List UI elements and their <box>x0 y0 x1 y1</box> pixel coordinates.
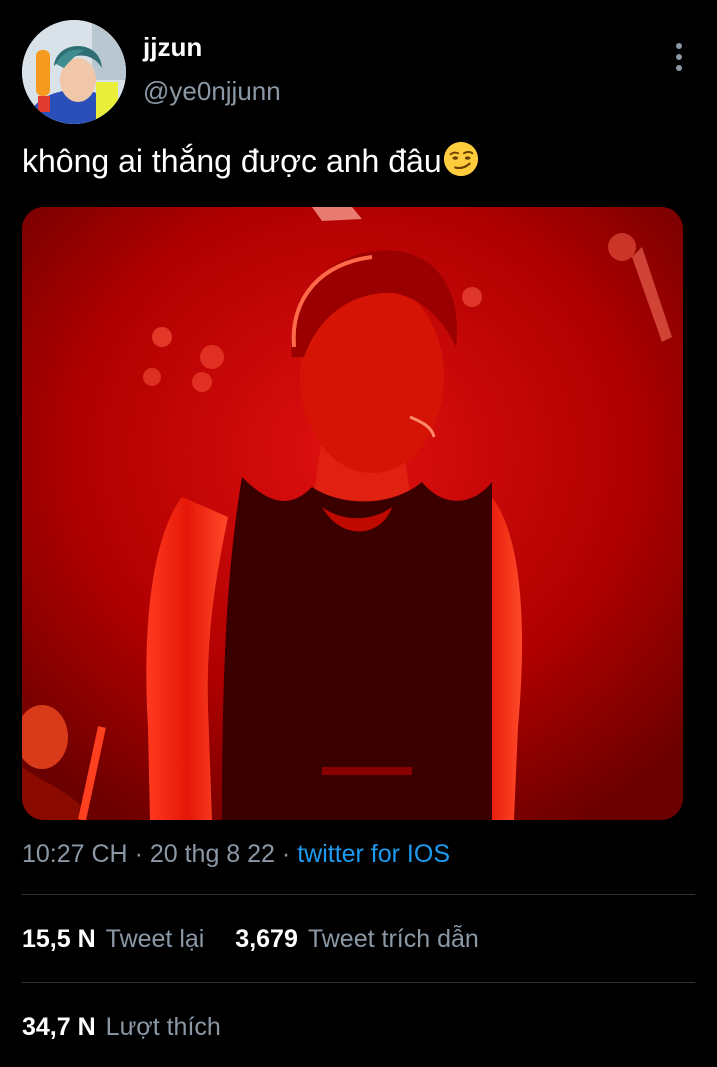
divider <box>22 894 695 895</box>
retweets-label: Tweet lại <box>105 925 205 953</box>
smirking-face-emoji <box>443 141 478 177</box>
tweet-photo[interactable] <box>22 207 683 820</box>
user-handle[interactable]: @ye0njjunn <box>143 76 281 107</box>
tweet-text-content: không ai thắng được anh đâu <box>22 143 442 179</box>
tweet-meta: 10:27 CH · 20 thg 8 22 · twitter for IOS <box>22 840 450 869</box>
quotes-label: Tweet trích dẫn <box>307 925 479 953</box>
meta-separator: · <box>274 840 298 868</box>
quotes-count: 3,679 <box>235 925 298 953</box>
avatar[interactable] <box>22 20 126 124</box>
tweet-header: jjzun @ye0njjunn <box>22 20 695 124</box>
likes-label: Lượt thích <box>105 1013 221 1041</box>
tweet-time[interactable]: 10:27 CH <box>22 840 128 868</box>
tweet-date[interactable]: 20 thg 8 22 <box>150 840 275 868</box>
tweet-text: không ai thắng được anh đâu <box>22 140 480 180</box>
divider <box>22 982 695 983</box>
likes-stat[interactable]: 34,7 N Lượt thích <box>22 1013 221 1042</box>
retweets-stat[interactable]: 15,5 N Tweet lại <box>22 925 204 954</box>
quotes-stat[interactable]: 3,679 Tweet trích dẫn <box>235 925 479 954</box>
likes-count: 34,7 N <box>22 1013 96 1041</box>
tweet-source-link[interactable]: twitter for IOS <box>297 840 450 868</box>
more-vertical-icon[interactable] <box>667 40 691 72</box>
display-name[interactable]: jjzun <box>143 32 202 63</box>
photo-image <box>22 207 683 820</box>
stats-row-likes: 34,7 N Lượt thích <box>22 1013 245 1042</box>
meta-separator: · <box>127 840 150 868</box>
retweets-count: 15,5 N <box>22 925 96 953</box>
avatar-image <box>22 20 126 124</box>
stats-row-retweets: 15,5 N Tweet lại 3,679 Tweet trích dẫn <box>22 925 503 954</box>
